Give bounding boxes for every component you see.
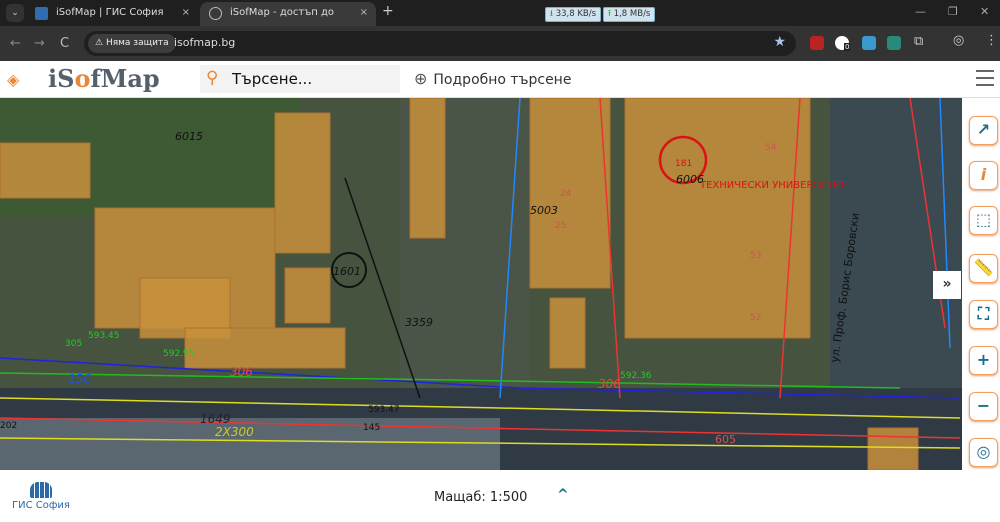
parcel-label: 5003 <box>530 204 558 217</box>
network-label: 15С <box>68 372 92 386</box>
forward-icon[interactable]: → <box>34 36 45 51</box>
map-toolbar: ↗ i ⬚ 📏 ⛶ + − ◎ <box>962 98 1000 470</box>
advanced-search-button[interactable]: ⊕ Подробно търсене <box>414 69 571 88</box>
close-tab-icon[interactable]: × <box>182 2 190 24</box>
restore-icon[interactable]: ❐ <box>948 5 958 18</box>
floor-label: 53 <box>750 251 761 261</box>
expand-panel-button[interactable]: » <box>933 271 961 299</box>
footer: ГИС София Мащаб: 1:500 ^ <box>0 470 1000 522</box>
download-arrow-icon: ⭳ <box>550 9 553 19</box>
network-label: 306 <box>230 365 253 379</box>
browser-tab-bar: ⌄ iSofMap | ГИС София × iSofMap - достъп … <box>0 0 1000 40</box>
back-icon[interactable]: ← <box>10 36 21 51</box>
security-label: Няма защита <box>105 38 169 48</box>
hamburger-menu-icon[interactable] <box>976 70 994 91</box>
map-canvas[interactable]: 6015 1601 3359 5003 6006 ТЕХНИЧЕСКИ УНИВ… <box>0 98 962 470</box>
floor-label: 54 <box>765 143 777 153</box>
extensions-puzzle-icon[interactable]: ⧉ <box>914 34 923 49</box>
url-text[interactable]: isofmap.bg <box>174 36 235 49</box>
network-label: 305 <box>65 339 82 349</box>
warning-icon: ⚠ <box>95 38 104 48</box>
locate-icon[interactable]: ◎ <box>969 438 998 467</box>
upload-speed-value: 1,8 MB/s <box>613 9 651 19</box>
reload-icon[interactable]: C <box>60 36 69 51</box>
parcel-label: 6015 <box>175 130 203 143</box>
close-tab-icon[interactable]: × <box>360 2 368 24</box>
advanced-search-label: Подробно търсене <box>433 72 572 88</box>
building-label: ТЕХНИЧЕСКИ УНИВЕРСИТЕТ <box>699 180 846 191</box>
layers-icon[interactable]: ◈ <box>7 70 19 89</box>
search-placeholder: Търсене... <box>232 70 313 88</box>
new-tab-button[interactable]: + <box>382 3 394 19</box>
extension-badge: 0 <box>844 43 851 51</box>
building-number: 181 <box>675 159 692 169</box>
network-label: 306 <box>598 377 621 391</box>
download-speed: ⭳ 33,8 KB/s <box>545 7 602 22</box>
close-window-icon[interactable]: ✕ <box>980 5 989 18</box>
network-label: 605 <box>715 433 736 446</box>
fullscreen-icon[interactable]: ⛶ <box>969 300 998 329</box>
external-link-icon[interactable]: ↗ <box>969 116 998 145</box>
gis-sofia-logo[interactable]: ГИС София <box>12 482 70 511</box>
address-bar: ← → C ⚠ Няма защита isofmap.bg ★ 0 ⧉ ◎ ⋮ <box>0 26 1000 61</box>
floor-label: 52 <box>750 313 761 323</box>
tab-isofmap-gis[interactable]: iSofMap | ГИС София × <box>26 2 198 26</box>
download-speed-value: 33,8 KB/s <box>555 9 597 19</box>
elevation-label: 145 <box>363 423 380 433</box>
security-chip[interactable]: ⚠ Няма защита <box>88 34 176 53</box>
elevation-label: 592.36 <box>620 371 652 381</box>
network-label: 1649 <box>200 412 231 426</box>
minimize-icon[interactable]: — <box>915 5 926 18</box>
tab-search-button[interactable]: ⌄ <box>6 4 24 22</box>
zoom-search-icon: ⊕ <box>414 69 428 88</box>
map-scale: Мащаб: 1:500 <box>434 490 528 505</box>
parcel-label: 3359 <box>405 316 433 329</box>
browser-menu-icon[interactable]: ⋮ <box>985 33 998 48</box>
upload-speed: ⭱ 1,8 MB/s <box>603 7 656 22</box>
measure-ruler-icon[interactable]: 📏 <box>969 254 998 283</box>
extension-icon[interactable] <box>810 36 824 50</box>
search-input[interactable]: ⚲ Търсене... <box>200 65 400 93</box>
extension-profile-icon[interactable]: 0 <box>835 36 851 51</box>
parcel-label: 1601 <box>333 265 361 278</box>
gis-globe-icon <box>29 482 52 498</box>
point-label: 202 <box>0 421 17 431</box>
floor-label: 25 <box>555 221 566 231</box>
zoom-out-icon[interactable]: − <box>969 392 998 421</box>
upload-arrow-icon: ⭱ <box>608 9 611 19</box>
tab-title: iSofMap | ГИС София <box>56 7 164 18</box>
zoom-in-icon[interactable]: + <box>969 346 998 375</box>
network-label: 2Х300 <box>215 425 254 439</box>
info-icon[interactable]: i <box>969 161 998 190</box>
profile-icon[interactable]: ◎ <box>953 33 964 48</box>
point-label: 593.47 <box>368 405 400 415</box>
app-header: ◈ iSofMap ⚲ Търсене... ⊕ Подробно търсене <box>0 61 1000 98</box>
extension-icon[interactable] <box>887 36 901 50</box>
elevation-label: 593.45 <box>88 331 120 341</box>
select-area-icon[interactable]: ⬚ <box>969 206 998 235</box>
tab-isofmap-active[interactable]: iSofMap - достъп до цифрови× <box>200 2 376 40</box>
isofmap-logo[interactable]: iSofMap <box>48 64 160 93</box>
bookmark-star-icon[interactable]: ★ <box>773 34 786 50</box>
floor-label: 24 <box>560 189 572 199</box>
extension-icon[interactable] <box>862 36 876 50</box>
gis-favicon-icon <box>35 7 48 20</box>
elevation-label: 592.95 <box>163 349 195 359</box>
chevron-up-icon[interactable]: ^ <box>557 487 569 503</box>
search-icon: ⚲ <box>206 68 219 88</box>
map-svg: 6015 1601 3359 5003 6006 ТЕХНИЧЕСКИ УНИВ… <box>0 98 962 470</box>
globe-icon <box>209 7 222 20</box>
omnibox[interactable]: ⚠ Няма защита isofmap.bg ★ <box>84 31 796 56</box>
